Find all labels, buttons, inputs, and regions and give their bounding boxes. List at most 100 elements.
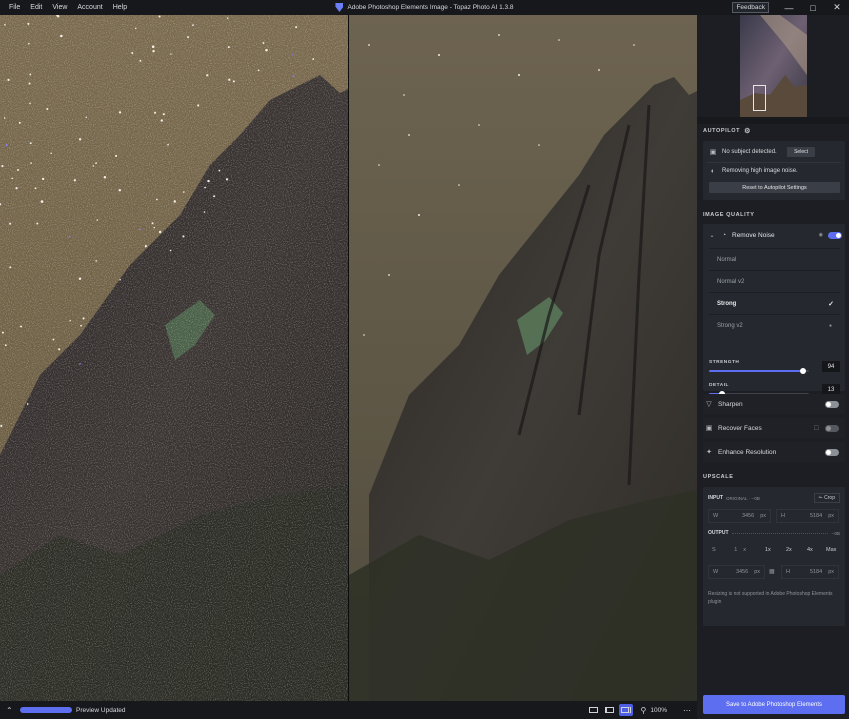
face-icon: ▣ bbox=[705, 425, 713, 432]
strength-fill bbox=[709, 370, 803, 372]
input-h-label: H bbox=[781, 513, 785, 519]
menu-edit[interactable]: Edit bbox=[25, 4, 47, 11]
scale-2x-button[interactable]: 2x bbox=[786, 547, 792, 553]
output-h-unit: px bbox=[828, 569, 834, 575]
star-point bbox=[11, 177, 14, 180]
menu-account[interactable]: Account bbox=[72, 4, 107, 11]
recover-faces-row[interactable]: ▣ Recover Faces ☐ bbox=[703, 418, 845, 438]
output-h-label: H bbox=[786, 569, 790, 575]
lock-icon: ☐ bbox=[813, 425, 819, 432]
menu-view[interactable]: View bbox=[47, 4, 72, 11]
close-icon[interactable]: ✕ bbox=[825, 0, 849, 15]
processed-preview[interactable] bbox=[349, 15, 697, 701]
navigator-thumbnail[interactable] bbox=[740, 15, 807, 117]
link-icon[interactable]: ▦ bbox=[769, 568, 775, 575]
select-subject-button[interactable]: Select bbox=[787, 147, 815, 157]
scale-max-button[interactable]: Max bbox=[826, 547, 836, 553]
eye-icon[interactable]: ◉ bbox=[819, 232, 823, 238]
star-point bbox=[213, 195, 216, 198]
star-point bbox=[153, 226, 155, 229]
autopilot-card: ▣ No subject detected. Select ◐ Removing… bbox=[703, 141, 845, 200]
star-point bbox=[85, 116, 88, 119]
single-view-icon[interactable] bbox=[587, 704, 601, 716]
star-point bbox=[265, 48, 268, 52]
scale-4x-button[interactable]: 4x bbox=[807, 547, 813, 553]
image-viewer[interactable] bbox=[0, 15, 697, 701]
gear-icon[interactable]: ⚙ bbox=[744, 127, 751, 135]
sharpen-toggle[interactable] bbox=[825, 400, 839, 408]
chevron-up-icon[interactable]: ⌃ bbox=[6, 706, 16, 715]
star-point bbox=[68, 235, 71, 238]
recover-faces-label: Recover Faces bbox=[718, 424, 762, 432]
original-preview[interactable] bbox=[0, 15, 348, 701]
remove-noise-card: ⌄ ◔ Remove Noise ◉ Normal Normal v2 Stro… bbox=[703, 224, 845, 397]
crop-button[interactable]: ✁ Crop bbox=[813, 493, 840, 503]
strength-slider[interactable] bbox=[709, 368, 809, 374]
strength-knob[interactable] bbox=[800, 368, 806, 374]
minimize-icon[interactable]: — bbox=[777, 0, 801, 15]
star-point bbox=[28, 82, 31, 85]
star-point bbox=[160, 119, 163, 122]
save-button[interactable]: Save to Adobe Photoshop Elements bbox=[703, 695, 845, 714]
output-w-value[interactable]: 3456 bbox=[736, 569, 748, 575]
noise-model-list: Normal Normal v2 Strong ✓ Strong v2 ● bbox=[709, 248, 840, 336]
star-point bbox=[56, 15, 60, 18]
split-view-icon[interactable] bbox=[603, 704, 617, 716]
sharpen-icon: ▽ bbox=[706, 401, 712, 408]
model-normal-v2[interactable]: Normal v2 bbox=[709, 270, 840, 292]
star-point bbox=[0, 424, 3, 428]
navigator-viewport-frame[interactable] bbox=[753, 85, 766, 111]
input-width-field: W 3456 px bbox=[708, 509, 771, 523]
enhance-resolution-row[interactable]: ✦ Enhance Resolution bbox=[703, 442, 845, 462]
more-options-icon[interactable]: ⋯ bbox=[683, 706, 691, 715]
thumbnail-image bbox=[740, 15, 807, 117]
star-point bbox=[131, 51, 134, 55]
star-point bbox=[18, 121, 21, 124]
model-strong[interactable]: Strong ✓ bbox=[709, 292, 840, 314]
star-point bbox=[151, 222, 154, 225]
output-h-value[interactable]: 5184 bbox=[810, 569, 822, 575]
star-point bbox=[134, 27, 137, 30]
title-bar: File Edit View Account Help Adobe Photos… bbox=[0, 0, 849, 15]
star-point bbox=[170, 53, 172, 55]
settings-panel: AUTOPILOT ⚙ ▣ No subject detected. Selec… bbox=[697, 15, 849, 719]
enhance-resolution-toggle[interactable] bbox=[825, 448, 839, 456]
input-h-unit: px bbox=[828, 513, 834, 519]
star-point bbox=[4, 344, 7, 347]
star-point bbox=[118, 188, 122, 192]
menu-help[interactable]: Help bbox=[108, 4, 132, 11]
divider bbox=[707, 162, 841, 163]
menu-file[interactable]: File bbox=[4, 4, 25, 11]
feedback-button[interactable]: Feedback bbox=[732, 2, 769, 13]
zoom-level[interactable]: 100% bbox=[650, 707, 667, 714]
star-point bbox=[295, 26, 298, 29]
maximize-icon[interactable]: □ bbox=[801, 0, 825, 15]
sharpen-row[interactable]: ▽ Sharpen bbox=[703, 394, 845, 414]
scale-value[interactable]: 1 bbox=[734, 547, 737, 553]
model-strong-v2[interactable]: Strong v2 ● bbox=[709, 314, 840, 336]
star-point bbox=[197, 104, 200, 107]
menu-bar: File Edit View Account Help bbox=[0, 4, 132, 11]
chevron-down-icon[interactable]: ⌄ bbox=[706, 232, 718, 239]
remove-noise-toggle[interactable] bbox=[828, 231, 842, 239]
strength-value[interactable]: 94 bbox=[822, 361, 840, 372]
upscale-note: Resizing is not supported in Adobe Photo… bbox=[708, 591, 833, 605]
scale-1x-button[interactable]: 1x bbox=[765, 547, 771, 553]
star-point bbox=[78, 277, 82, 280]
model-normal[interactable]: Normal bbox=[709, 248, 840, 270]
star-point bbox=[227, 17, 229, 19]
input-sub: ORIGINAL · --0B bbox=[726, 495, 760, 501]
recover-faces-toggle[interactable] bbox=[825, 424, 839, 432]
reset-autopilot-button[interactable]: Reset to Autopilot Settings bbox=[709, 182, 840, 193]
side-by-side-view-icon[interactable] bbox=[618, 704, 633, 716]
star-point bbox=[118, 111, 122, 114]
star-point bbox=[1, 331, 4, 334]
star-point bbox=[203, 211, 206, 213]
star-point bbox=[41, 177, 45, 181]
processed-image bbox=[349, 15, 697, 701]
star-point bbox=[20, 325, 23, 328]
input-w-label: W bbox=[713, 513, 719, 519]
output-separator bbox=[731, 532, 829, 534]
zoom-icon[interactable]: ⚲ bbox=[641, 706, 647, 715]
topaz-logo-icon bbox=[335, 3, 344, 12]
